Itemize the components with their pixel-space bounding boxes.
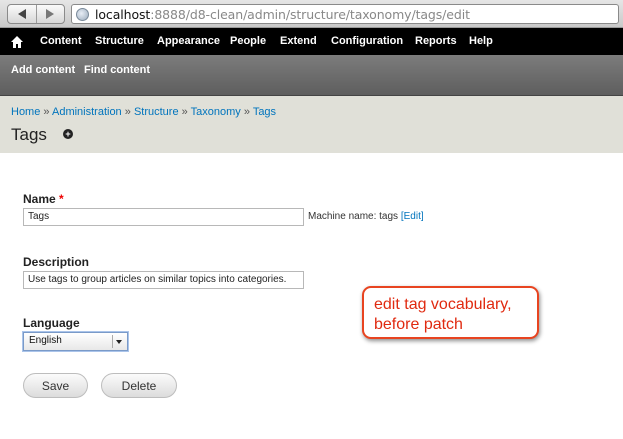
breadcrumb-separator: » (181, 106, 188, 118)
breadcrumb-separator: » (243, 106, 250, 118)
breadcrumb-tags[interactable]: Tags (253, 106, 276, 118)
globe-icon (76, 7, 89, 21)
machine-name: Machine name: tags [Edit] (308, 211, 424, 222)
toolbar-item-appearance[interactable]: Appearance (157, 35, 220, 47)
toolbar-item-help[interactable]: Help (469, 35, 493, 47)
breadcrumb: Home » Administration » Structure » Taxo… (11, 106, 276, 118)
shortcut-find-content[interactable]: Find content (84, 64, 150, 76)
url-host: localhost (95, 6, 151, 22)
url-text: localhost:8888/d8-clean/admin/structure/… (95, 7, 470, 22)
breadcrumb-home[interactable]: Home (11, 106, 40, 118)
toolbar-item-content[interactable]: Content (40, 35, 82, 47)
toolbar-item-people[interactable]: People (230, 35, 266, 47)
forward-button[interactable] (35, 5, 64, 23)
save-button[interactable]: Save (23, 373, 88, 398)
annotation-line-2: before patch (374, 316, 463, 333)
nav-buttons (7, 4, 65, 24)
chevron-down-icon (116, 339, 122, 344)
address-bar[interactable]: localhost:8888/d8-clean/admin/structure/… (71, 4, 619, 24)
back-arrow-icon (17, 9, 26, 19)
name-input[interactable]: Tags (23, 208, 304, 226)
name-label: Name * (23, 192, 64, 206)
breadcrumb-structure[interactable]: Structure (134, 106, 179, 118)
annotation-callout: edit tag vocabulary, before patch (362, 286, 539, 339)
language-select[interactable]: English (23, 332, 128, 351)
page-title: Tags (11, 125, 47, 144)
breadcrumb-separator: » (43, 106, 50, 118)
breadcrumb-separator: » (124, 106, 131, 118)
shortcut-add-content[interactable]: Add content (11, 64, 75, 76)
description-input[interactable]: Use tags to group articles on similar to… (23, 271, 304, 289)
language-select-value: English (29, 335, 62, 346)
url-path: :8888/d8-clean/admin/structure/taxonomy/… (150, 6, 470, 22)
annotation-text: edit tag vocabulary, before patch (374, 295, 539, 335)
toolbar-item-configuration[interactable]: Configuration (331, 35, 403, 47)
page-header: Home » Administration » Structure » Taxo… (0, 96, 623, 153)
breadcrumb-administration[interactable]: Administration (52, 106, 122, 118)
toolbar-item-extend[interactable]: Extend (280, 35, 317, 47)
select-arrow (112, 335, 125, 348)
back-button[interactable] (8, 5, 36, 23)
browser-chrome: localhost:8888/d8-clean/admin/structure/… (0, 0, 623, 28)
language-label: Language (23, 316, 80, 330)
delete-button[interactable]: Delete (101, 373, 177, 398)
machine-name-text: Machine name: tags (308, 211, 399, 222)
name-label-text: Name (23, 192, 56, 206)
add-shortcut-icon[interactable]: + (63, 129, 73, 139)
home-icon[interactable] (11, 35, 23, 48)
machine-name-edit-link[interactable]: [Edit] (401, 211, 424, 222)
breadcrumb-taxonomy[interactable]: Taxonomy (191, 106, 241, 118)
forward-arrow-icon (46, 9, 55, 19)
required-marker: * (59, 192, 64, 206)
annotation-line-1: edit tag vocabulary, (374, 296, 512, 313)
shortcuts-bar: Add content Find content (0, 55, 623, 96)
toolbar-item-reports[interactable]: Reports (415, 35, 457, 47)
toolbar-item-structure[interactable]: Structure (95, 35, 144, 47)
description-label: Description (23, 255, 90, 269)
admin-toolbar: Content Structure Appearance People Exte… (0, 28, 623, 55)
